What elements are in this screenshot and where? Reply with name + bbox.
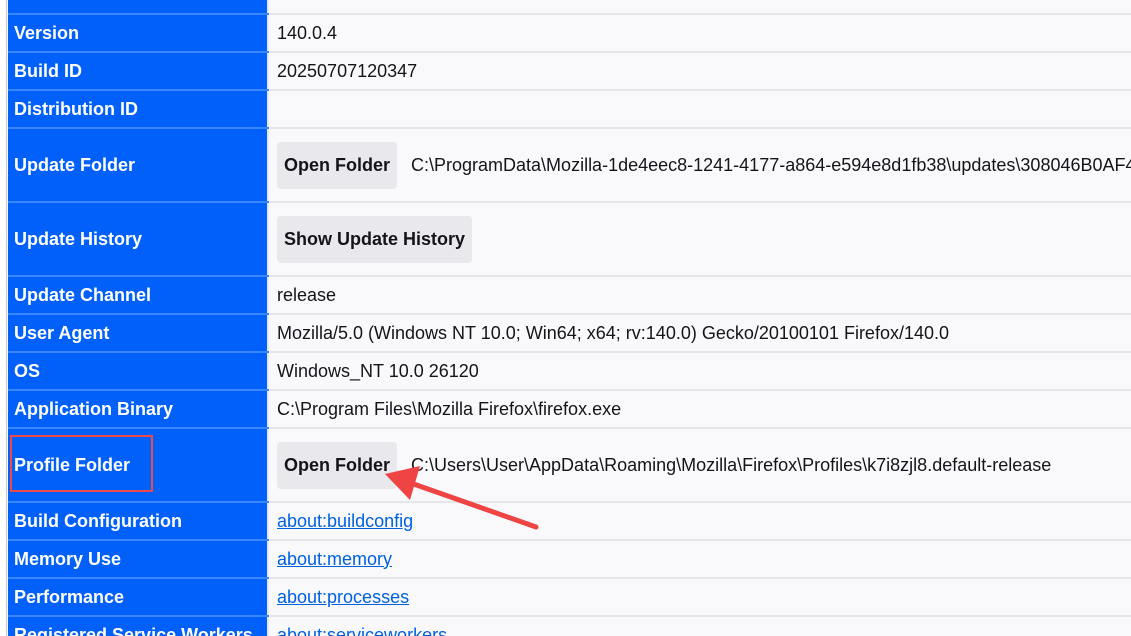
row-label-os: OS	[8, 352, 269, 391]
row-label-performance: Performance	[8, 578, 269, 617]
row-value-version: 140.0.4	[268, 14, 1131, 53]
row-value-distribution-id	[268, 90, 1131, 129]
row-value-application-binary: C:\Program Files\Mozilla Firefox\firefox…	[268, 390, 1131, 429]
table-row-memory-use: Memory Use about:memory	[8, 540, 1131, 579]
row-value-os: Windows_NT 10.0 26120	[268, 352, 1131, 391]
row-value-performance: about:processes	[268, 578, 1131, 617]
table-row-user-agent: User Agent Mozilla/5.0 (Windows NT 10.0;…	[8, 314, 1131, 353]
row-value-build-configuration: about:buildconfig	[268, 502, 1131, 541]
show-update-history-button[interactable]: Show Update History	[277, 215, 473, 263]
table-row-distribution-id: Distribution ID	[8, 90, 1131, 129]
row-label-profile-folder: Profile Folder	[8, 428, 269, 503]
row-label-application-binary: Application Binary	[8, 390, 269, 429]
row-value-memory-use: about:memory	[268, 540, 1131, 579]
row-label-version: Version	[8, 14, 269, 53]
row-value-update-folder: Open Folder C:\ProgramData\Mozilla-1de4ee…	[268, 128, 1131, 203]
row-value-user-agent: Mozilla/5.0 (Windows NT 10.0; Win64; x64…	[268, 314, 1131, 353]
memory-link[interactable]: about:memory	[277, 549, 392, 569]
serviceworkers-link[interactable]: about:serviceworkers	[277, 625, 447, 636]
table-row-update-folder: Update Folder Open Folder C:\ProgramData\…	[8, 128, 1131, 203]
row-value-update-channel: release	[268, 276, 1131, 315]
row-value-service-workers: about:serviceworkers	[268, 616, 1131, 636]
buildconfig-link[interactable]: about:buildconfig	[277, 511, 413, 531]
profile-folder-path: C:\Users\User\AppData\Roaming\Mozilla\Fi…	[411, 454, 1052, 475]
table-row	[8, 0, 1131, 15]
troubleshooting-page: Version 140.0.4 Build ID 20250707120347 …	[0, 0, 1131, 636]
table-row-os: OS Windows_NT 10.0 26120	[8, 352, 1131, 391]
table-row-profile-folder: Profile Folder Open Folder C:\Users\User\…	[8, 428, 1131, 503]
processes-link[interactable]: about:processes	[277, 587, 409, 607]
update-folder-path: C:\ProgramData\Mozilla-1de4eec8-1241-417…	[411, 154, 1131, 175]
row-label	[8, 0, 269, 15]
application-basics-table: Version 140.0.4 Build ID 20250707120347 …	[8, 0, 1131, 636]
row-label-update-channel: Update Channel	[8, 276, 269, 315]
open-profile-folder-button[interactable]: Open Folder	[277, 441, 398, 489]
table-row-build-configuration: Build Configuration about:buildconfig	[8, 502, 1131, 541]
table-row-build-id: Build ID 20250707120347	[8, 52, 1131, 91]
table-row-update-history: Update History Show Update History	[8, 202, 1131, 277]
table-row-version: Version 140.0.4	[8, 14, 1131, 53]
row-label-service-workers: Registered Service Workers	[8, 616, 269, 636]
table-row-update-channel: Update Channel release	[8, 276, 1131, 315]
page-left-edge	[0, 0, 7, 636]
row-label-update-history: Update History	[8, 202, 269, 277]
row-label-update-folder: Update Folder	[8, 128, 269, 203]
row-value	[268, 0, 1131, 15]
row-value-build-id: 20250707120347	[268, 52, 1131, 91]
row-label-user-agent: User Agent	[8, 314, 269, 353]
table-row-performance: Performance about:processes	[8, 578, 1131, 617]
row-label-memory-use: Memory Use	[8, 540, 269, 579]
table-row-application-binary: Application Binary C:\Program Files\Mozi…	[8, 390, 1131, 429]
row-value-profile-folder: Open Folder C:\Users\User\AppData\Roaming…	[268, 428, 1131, 503]
table-row-service-workers: Registered Service Workers about:service…	[8, 616, 1131, 636]
row-label-distribution-id: Distribution ID	[8, 90, 269, 129]
row-value-update-history: Show Update History	[268, 202, 1131, 277]
open-update-folder-button[interactable]: Open Folder	[277, 141, 398, 189]
row-label-build-configuration: Build Configuration	[8, 502, 269, 541]
row-label-build-id: Build ID	[8, 52, 269, 91]
